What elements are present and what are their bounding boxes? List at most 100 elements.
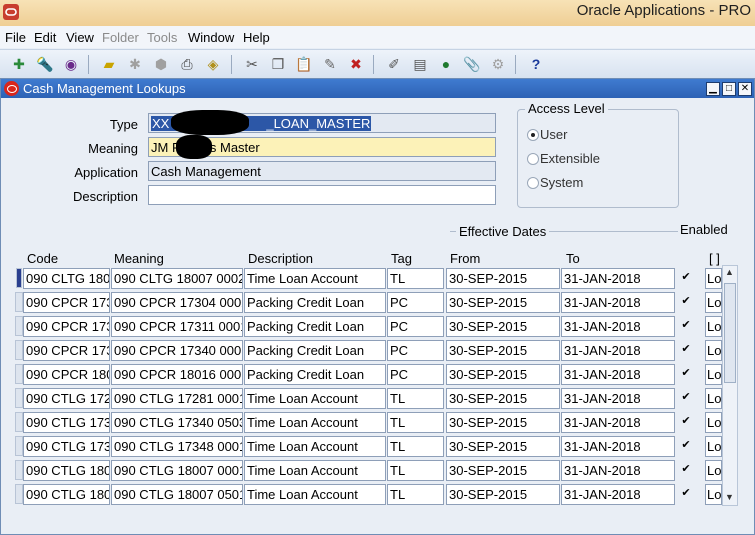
flex-field-cell[interactable]: Lo <box>705 484 722 505</box>
description-cell[interactable]: Packing Credit Loan <box>244 340 386 361</box>
translations-icon[interactable]: ● <box>437 55 455 73</box>
access-system-radio[interactable] <box>527 177 539 189</box>
tag-cell[interactable]: TL <box>387 388 444 409</box>
edit-field-icon[interactable]: ✐ <box>385 55 403 73</box>
from-date-cell[interactable]: 30-SEP-2015 <box>446 460 560 481</box>
to-date-cell[interactable]: 31-JAN-2018 <box>561 388 675 409</box>
meaning-cell[interactable]: 090 CTLG 17348 0001 <box>111 436 243 457</box>
record-selector[interactable] <box>15 340 23 360</box>
from-date-cell[interactable]: 30-SEP-2015 <box>446 340 560 361</box>
clear-record-icon[interactable]: ✎ <box>321 55 339 73</box>
menu-folder[interactable]: Folder <box>102 30 139 45</box>
record-selector[interactable] <box>15 460 23 480</box>
menu-help[interactable]: Help <box>243 30 270 45</box>
record-selector[interactable] <box>15 364 23 384</box>
description-cell[interactable]: Time Loan Account <box>244 412 386 433</box>
enabled-checkbox[interactable]: ✔ <box>680 463 692 475</box>
code-cell[interactable]: 090 CPCR 173 <box>23 316 110 337</box>
code-cell[interactable]: 090 CLTG 180 <box>23 268 110 289</box>
new-record-icon[interactable]: ✚ <box>10 55 28 73</box>
to-date-cell[interactable]: 31-JAN-2018 <box>561 412 675 433</box>
record-selector[interactable] <box>15 484 23 504</box>
menu-view[interactable]: View <box>66 30 94 45</box>
from-date-cell[interactable]: 30-SEP-2015 <box>446 268 560 289</box>
description-cell[interactable]: Packing Credit Loan <box>244 364 386 385</box>
record-selector[interactable] <box>15 412 23 432</box>
help-icon[interactable]: ? <box>527 55 545 73</box>
access-user-radio[interactable] <box>527 129 539 141</box>
from-date-cell[interactable]: 30-SEP-2015 <box>446 292 560 313</box>
description-cell[interactable]: Time Loan Account <box>244 268 386 289</box>
to-date-cell[interactable]: 31-JAN-2018 <box>561 436 675 457</box>
enabled-checkbox[interactable]: ✔ <box>680 391 692 403</box>
to-date-cell[interactable]: 31-JAN-2018 <box>561 316 675 337</box>
menu-tools[interactable]: Tools <box>147 30 177 45</box>
record-selector[interactable] <box>15 436 23 456</box>
navigator-icon[interactable]: ◉ <box>62 55 80 73</box>
description-cell[interactable]: Time Loan Account <box>244 388 386 409</box>
enabled-checkbox[interactable]: ✔ <box>680 343 692 355</box>
scroll-up-icon[interactable]: ▲ <box>725 267 734 277</box>
description-field[interactable] <box>148 185 496 205</box>
current-record-indicator[interactable] <box>16 268 22 288</box>
folder-tools-icon[interactable]: ⚙ <box>489 55 507 73</box>
code-cell[interactable]: 090 CTLG 172 <box>23 388 110 409</box>
maximize-button[interactable]: □ <box>722 82 736 96</box>
menu-window[interactable]: Window <box>188 30 234 45</box>
attachments-icon[interactable]: 📎 <box>463 55 481 73</box>
tag-cell[interactable]: PC <box>387 292 444 313</box>
to-date-cell[interactable]: 31-JAN-2018 <box>561 484 675 505</box>
code-cell[interactable]: 090 CPCR 173 <box>23 340 110 361</box>
flex-field-cell[interactable]: Lo <box>705 388 722 409</box>
flex-field-cell[interactable]: Lo <box>705 436 722 457</box>
to-date-cell[interactable]: 31-JAN-2018 <box>561 268 675 289</box>
copy-icon[interactable]: ❐ <box>269 55 287 73</box>
enabled-checkbox[interactable]: ✔ <box>680 295 692 307</box>
tag-cell[interactable]: TL <box>387 436 444 457</box>
minimize-button[interactable]: ▁ <box>706 82 720 96</box>
enabled-checkbox[interactable]: ✔ <box>680 271 692 283</box>
description-cell[interactable]: Time Loan Account <box>244 460 386 481</box>
enabled-checkbox[interactable]: ✔ <box>680 319 692 331</box>
tag-cell[interactable]: TL <box>387 484 444 505</box>
from-date-cell[interactable]: 30-SEP-2015 <box>446 436 560 457</box>
to-date-cell[interactable]: 31-JAN-2018 <box>561 364 675 385</box>
application-field[interactable]: Cash Management <box>148 161 496 181</box>
description-cell[interactable]: Packing Credit Loan <box>244 316 386 337</box>
paste-icon[interactable]: 📋 <box>295 55 313 73</box>
record-selector[interactable] <box>15 316 23 336</box>
description-cell[interactable]: Time Loan Account <box>244 484 386 505</box>
description-cell[interactable]: Time Loan Account <box>244 436 386 457</box>
to-date-cell[interactable]: 31-JAN-2018 <box>561 340 675 361</box>
flex-field-cell[interactable]: Lo <box>705 412 722 433</box>
table-scrollbar[interactable]: ▲ ▼ <box>722 265 738 506</box>
flex-field-cell[interactable]: Lo <box>705 460 722 481</box>
tag-cell[interactable]: TL <box>387 412 444 433</box>
scrollbar-thumb[interactable] <box>724 283 736 383</box>
code-cell[interactable]: 090 CTLG 173 <box>23 412 110 433</box>
switch-responsibility-icon[interactable]: ⬢ <box>152 55 170 73</box>
flex-field-cell[interactable]: Lo <box>705 340 722 361</box>
cut-icon[interactable]: ✂ <box>243 55 261 73</box>
flex-field-cell[interactable]: Lo <box>705 316 722 337</box>
enabled-checkbox[interactable]: ✔ <box>680 487 692 499</box>
tag-cell[interactable]: PC <box>387 364 444 385</box>
meaning-cell[interactable]: 090 CLTG 18007 0002 <box>111 268 243 289</box>
access-extensible-radio[interactable] <box>527 153 539 165</box>
scroll-down-icon[interactable]: ▼ <box>725 492 734 502</box>
print-icon[interactable]: ⎙ <box>178 55 196 73</box>
meaning-cell[interactable]: 090 CPCR 17311 0001 <box>111 316 243 337</box>
meaning-cell[interactable]: 090 CPCR 18016 0001 <box>111 364 243 385</box>
meaning-cell[interactable]: 090 CPCR 17340 0001 <box>111 340 243 361</box>
meaning-cell[interactable]: 090 CPCR 17304 0002 <box>111 292 243 313</box>
code-cell[interactable]: 090 CTLG 173 <box>23 436 110 457</box>
zoom-icon[interactable]: ▤ <box>411 55 429 73</box>
tag-cell[interactable]: PC <box>387 340 444 361</box>
code-cell[interactable]: 090 CTLG 180 <box>23 484 110 505</box>
meaning-cell[interactable]: 090 CTLG 18007 0001 <box>111 460 243 481</box>
from-date-cell[interactable]: 30-SEP-2015 <box>446 484 560 505</box>
meaning-cell[interactable]: 090 CTLG 17340 0503 <box>111 412 243 433</box>
enabled-checkbox[interactable]: ✔ <box>680 367 692 379</box>
to-date-cell[interactable]: 31-JAN-2018 <box>561 292 675 313</box>
flex-field-cell[interactable]: Lo <box>705 364 722 385</box>
